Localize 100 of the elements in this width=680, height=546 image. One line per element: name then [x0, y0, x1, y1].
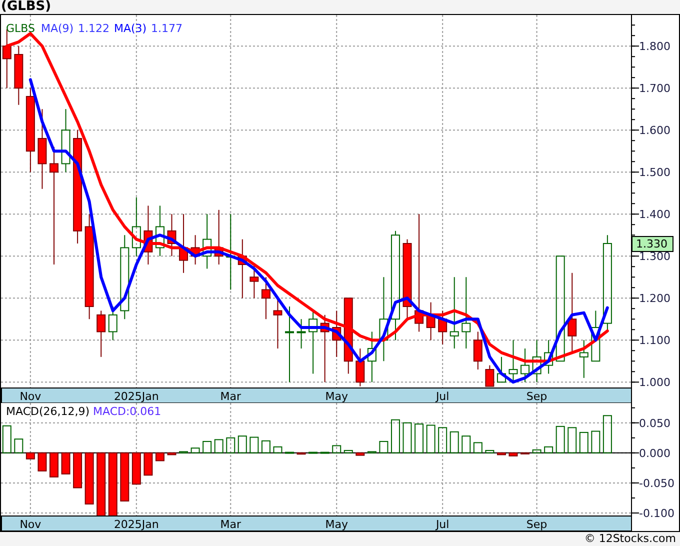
candlestick — [202, 214, 212, 270]
macd-bar — [96, 452, 106, 516]
indicator-label: MACD(26,12,9) — [6, 405, 90, 418]
candlestick — [273, 298, 282, 350]
candlestick — [320, 314, 330, 383]
candlestick — [167, 214, 176, 257]
candlestick — [179, 214, 188, 274]
macd-bar — [190, 448, 200, 454]
macd-bar — [602, 415, 612, 454]
macd-bar — [285, 452, 294, 454]
last-price-tag: 1.330 — [632, 236, 674, 252]
macd-bar — [579, 432, 588, 454]
macd-bar — [591, 430, 600, 454]
candlestick — [426, 302, 436, 341]
macd-bar — [108, 452, 118, 516]
date-label: Jul — [436, 518, 450, 531]
chart-title: (GLBS) — [0, 0, 52, 14]
macd-bar — [155, 452, 164, 462]
date-label: 2025Jan — [114, 390, 159, 403]
date-label: Mar — [220, 518, 241, 531]
macd-bar — [544, 446, 554, 454]
macd-bar — [556, 426, 565, 454]
date-label: May — [325, 518, 348, 531]
macd-bar — [61, 452, 70, 474]
candlestick — [544, 340, 554, 374]
macd-bar — [202, 440, 212, 454]
candlestick — [108, 306, 118, 341]
candlestick — [155, 205, 164, 257]
indicator-label: MA(3) — [114, 22, 147, 35]
macd-bar — [273, 446, 282, 454]
macd-bar — [485, 450, 494, 454]
candlestick — [579, 340, 588, 378]
candlestick — [473, 331, 482, 370]
date-label: Jul — [436, 390, 450, 403]
candlestick — [261, 276, 270, 320]
macd-bar — [226, 437, 236, 454]
date-label: May — [325, 390, 348, 403]
candlestick — [485, 364, 494, 387]
macd-bar — [38, 452, 47, 472]
macd-bar — [26, 452, 35, 460]
macd-bar — [320, 452, 330, 454]
candlestick — [520, 348, 530, 383]
macd-bar — [532, 449, 542, 454]
candlestick — [496, 356, 506, 383]
indicator-value: MACD:0.061 — [93, 405, 162, 418]
axis-label: 0.050 — [639, 416, 670, 430]
candlestick — [132, 196, 141, 257]
macd-bar — [308, 452, 318, 454]
macd-bar — [344, 450, 353, 454]
candlestick — [214, 209, 224, 265]
macd-bar — [2, 425, 12, 454]
symbol-label: GLBS — [6, 22, 35, 35]
candlestick — [61, 108, 70, 173]
macd-bar — [367, 451, 376, 454]
macd-bar — [261, 440, 270, 454]
axis-label: -0.100 — [639, 507, 674, 520]
macd-bar — [167, 452, 176, 456]
macd-bar — [14, 438, 24, 454]
macd-bar — [508, 452, 518, 456]
date-label: Sep — [526, 518, 548, 531]
candlestick — [250, 264, 259, 299]
candlestick — [96, 310, 106, 358]
candlestick — [308, 310, 318, 374]
date-label: Sep — [526, 390, 548, 403]
candlestick — [14, 46, 24, 106]
macd-bar — [356, 452, 365, 456]
axis-label: 1.300 — [639, 250, 670, 264]
axis-label: 1.600 — [639, 124, 670, 138]
date-label: Mar — [220, 390, 241, 403]
axis-label: 1.400 — [639, 208, 670, 222]
candlestick — [508, 340, 518, 383]
macd-bar — [379, 440, 388, 454]
candlestick — [367, 331, 376, 383]
axis-label: 1.800 — [639, 40, 670, 54]
macd-bar — [462, 436, 471, 454]
macd-bar — [438, 427, 448, 454]
candlestick — [238, 238, 247, 299]
date-label: 2025Jan — [114, 518, 159, 531]
date-label: Nov — [20, 390, 42, 403]
macd-bar — [390, 419, 400, 454]
axis-label: -0.050 — [639, 476, 674, 490]
macd-bar — [238, 436, 247, 454]
macd-bar — [332, 445, 342, 454]
candlestick — [332, 310, 342, 358]
axis-label: 0.000 — [639, 446, 670, 460]
axis-label: 1.100 — [639, 334, 670, 348]
candlestick — [190, 234, 200, 265]
macd-bar — [250, 436, 259, 454]
candlestick — [356, 348, 365, 387]
macd-bar — [568, 427, 577, 454]
macd-bar — [450, 431, 459, 454]
indicator-value: 1.122 — [78, 22, 110, 35]
macd-bar — [73, 452, 82, 488]
macd-bar — [120, 452, 130, 502]
macd-bar — [214, 439, 224, 454]
indicator-value: 1.177 — [151, 22, 182, 35]
axis-label: 1.000 — [639, 376, 670, 390]
candlestick — [591, 310, 600, 362]
macd-bar — [473, 442, 482, 454]
macd-bar — [179, 451, 188, 454]
